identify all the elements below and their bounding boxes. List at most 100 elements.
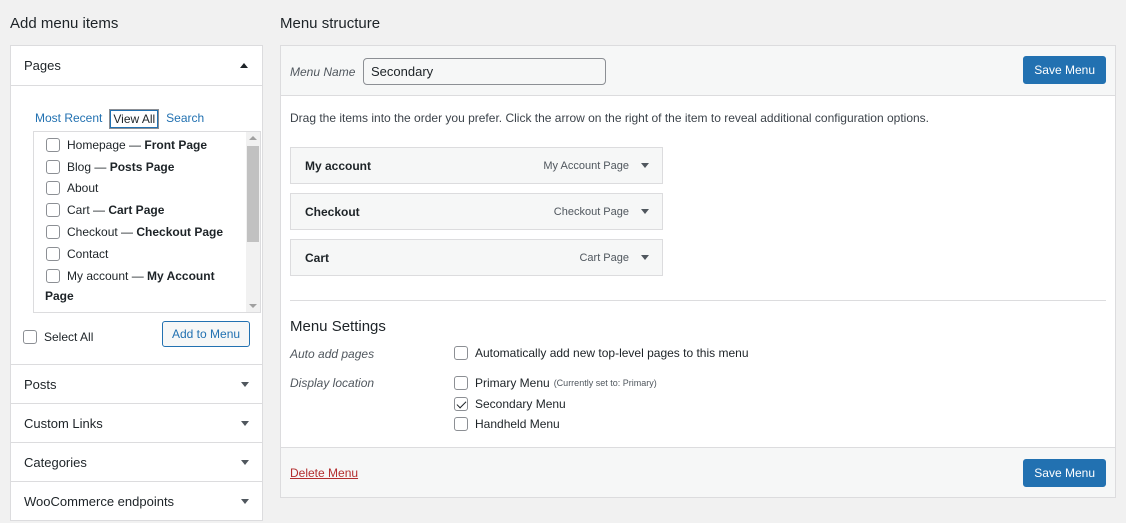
pages-section-header[interactable]: Pages [11,46,262,86]
menu-settings-title: Menu Settings [290,318,386,335]
collapse-arrow-icon[interactable] [240,63,248,68]
page-suffix: Front Page [144,137,208,152]
accordion-section[interactable]: Categories [10,443,263,482]
pages-section: Pages Most Recent View All Search Homepa… [10,45,263,365]
list-item[interactable]: Blog — Posts Page [34,156,260,178]
menu-name-bar: Menu Name Secondary Save Menu [281,46,1115,96]
page-separator: — [89,203,109,218]
menu-item-expand-arrow-icon[interactable] [641,255,649,260]
tab-view-all[interactable]: View All [109,109,160,129]
location-note: (Currently set to: Primary) [553,378,657,388]
display-location-option: Primary Menu (Currently set to: Primary) [454,376,657,390]
menu-item-title: My account [305,158,372,173]
accordion-section-title: Categories [24,454,87,470]
scroll-down-arrow-icon[interactable] [249,304,257,308]
list-item-overflow-text: Page [45,288,74,303]
list-item[interactable]: My account — My Account [34,265,260,287]
location-name: Secondary Menu [475,396,566,411]
select-all-checkbox[interactable] [23,330,37,344]
menu-name-input[interactable]: Secondary [363,58,606,85]
scroll-up-arrow-icon[interactable] [249,136,257,140]
list-scrollbar[interactable] [246,132,260,312]
pages-tabs: Most Recent View All Search [32,109,211,129]
page-checkbox[interactable] [46,225,60,240]
list-item[interactable]: Cart — Cart Page [34,199,260,221]
page-checkbox[interactable] [46,137,60,152]
auto-add-text: Automatically add new top-level pages to… [475,346,749,360]
location-name: Primary Menu [475,376,550,390]
menu-item-type: My Account Page [543,159,629,172]
save-menu-button-bottom[interactable]: Save Menu [1023,459,1106,487]
page-checkbox[interactable] [46,181,60,196]
menu-item-expand-arrow-icon[interactable] [641,163,649,168]
page-name: Cart [67,203,90,218]
menu-name-label: Menu Name [290,65,356,79]
select-all-row: Select All [23,330,93,344]
location-checkbox[interactable] [454,376,468,390]
menu-item-title: Checkout [305,204,360,219]
accordion-section[interactable]: Posts [10,365,263,404]
expand-arrow-icon[interactable] [241,498,249,504]
page-checkbox[interactable] [46,246,60,261]
auto-add-option: Automatically add new top-level pages to… [454,346,749,360]
menu-item[interactable]: Checkout Checkout Page [290,193,663,230]
accordion-section-title: WooCommerce endpoints [24,493,175,509]
accordion-section[interactable]: WooCommerce endpoints [10,482,263,521]
tab-most-recent[interactable]: Most Recent [32,109,105,129]
display-location-label: Display location [290,376,375,390]
menu-item-title: Cart [305,250,330,265]
menu-item-expand-arrow-icon[interactable] [641,209,649,214]
page-name: Contact [67,246,109,261]
menu-item[interactable]: My account My Account Page [290,147,663,184]
accordion-section-title: Posts [24,376,57,392]
menu-item-type: Checkout Page [553,205,629,218]
expand-arrow-icon[interactable] [241,381,249,387]
page-checkbox[interactable] [46,159,60,174]
list-item[interactable]: Checkout — Checkout Page [34,221,260,243]
page-checkbox[interactable] [46,268,60,283]
page-name: Homepage [67,137,126,152]
location-checkbox[interactable] [454,417,468,431]
page-separator: — [117,225,137,240]
display-location-option: Secondary Menu [454,396,566,411]
menu-structure-title: Menu structure [280,15,381,32]
pages-checklist[interactable]: Homepage — Front Page Blog — Posts Page Ab… [33,131,261,313]
page-suffix: Posts Page [109,159,175,174]
add-menu-items-panel: Pages Most Recent View All Search Homepa… [10,45,263,521]
page-checkbox[interactable] [46,203,60,218]
accordion-section-title: Custom Links [24,415,103,431]
delete-menu-link[interactable]: Delete Menu [290,466,358,480]
page-name: Checkout [67,225,118,240]
page-suffix: My Account [147,268,215,283]
page-separator: — [125,137,145,152]
menu-item-type: Cart Page [579,251,629,264]
accordion-section[interactable]: Custom Links [10,404,263,443]
page-suffix: Cart Page [108,203,165,218]
instructions-text: Drag the items into the order you prefer… [290,111,930,125]
expand-arrow-icon[interactable] [241,420,249,426]
page-suffix: Checkout Page [136,225,224,240]
add-to-menu-button[interactable]: Add to Menu [162,321,251,347]
menu-footer-bar: Delete Menu Save Menu [281,447,1115,497]
menu-item[interactable]: Cart Cart Page [290,239,663,276]
list-item[interactable]: Homepage — Front Page [34,134,260,156]
select-all-label: Select All [44,330,94,344]
tab-search[interactable]: Search [163,109,207,129]
expand-arrow-icon[interactable] [241,459,249,465]
page-separator: — [128,268,148,283]
location-checkbox[interactable] [454,396,468,411]
display-location-option: Handheld Menu [454,417,560,431]
page-name: About [67,181,99,196]
menu-structure-panel: Menu Name Secondary Save Menu Drag the i… [280,45,1116,498]
scrollbar-thumb[interactable] [247,146,259,242]
list-item[interactable]: Contact [34,243,260,265]
page-name: Blog [67,159,92,174]
location-name: Handheld Menu [475,417,560,431]
save-menu-button-top[interactable]: Save Menu [1023,56,1106,84]
list-item[interactable]: About [34,178,260,200]
pages-section-title: Pages [24,58,61,73]
auto-add-label: Auto add pages [290,347,375,361]
divider [290,300,1106,301]
page-name: My account [67,268,129,283]
auto-add-checkbox[interactable] [454,346,468,360]
